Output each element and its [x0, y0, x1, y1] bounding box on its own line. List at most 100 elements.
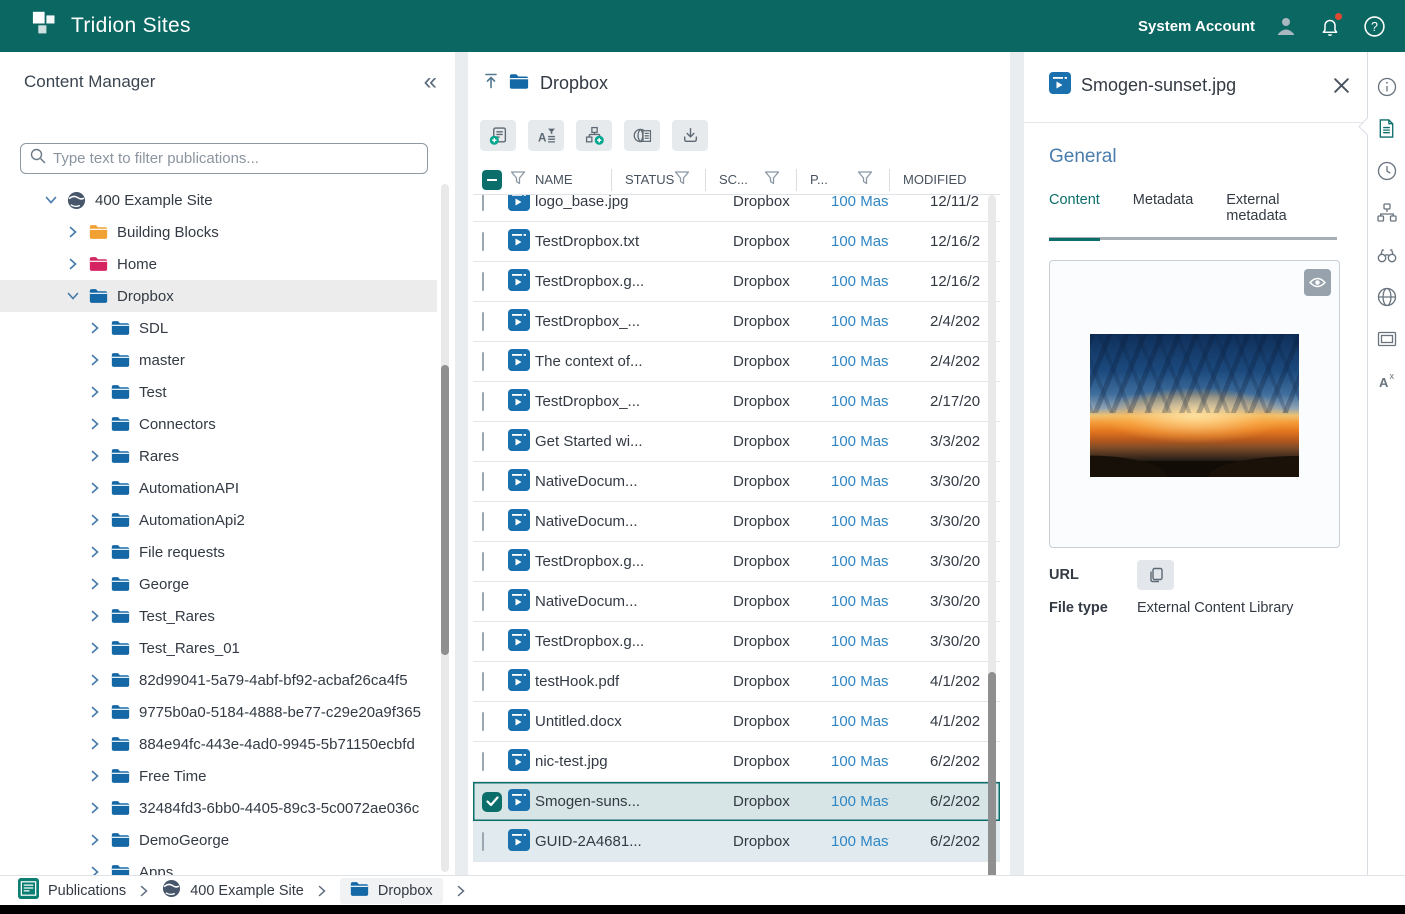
column-schema[interactable]: SC...	[705, 168, 796, 191]
table-row[interactable]: Smogen-suns... Dropbox 100 Master 6/2/20…	[473, 782, 1000, 822]
table-row[interactable]: TestDropbox.txt Dropbox 100 Master 12/16…	[473, 222, 1000, 262]
table-row[interactable]: The context of... Dropbox 100 Master 2/4…	[473, 342, 1000, 382]
chevron-icon[interactable]	[88, 578, 101, 591]
cell-publication-link[interactable]: 100 Master	[796, 793, 889, 810]
tree-item[interactable]: SDL	[0, 312, 437, 344]
chevron-icon[interactable]	[88, 482, 101, 495]
tree-item[interactable]: 884e94fc-443e-4ad0-9945-5b71150ecbfd	[0, 728, 437, 760]
chevron-icon[interactable]	[88, 546, 101, 559]
tree-scrollbar[interactable]	[441, 184, 449, 872]
column-modified[interactable]: MODIFIED	[889, 168, 1000, 191]
cell-publication-link[interactable]: 100 Master	[796, 233, 889, 250]
user-icon[interactable]	[1273, 13, 1299, 39]
table-row[interactable]: TestDropbox_... Dropbox 100 Master 2/4/2…	[473, 302, 1000, 342]
chevron-icon[interactable]	[44, 194, 57, 207]
chevron-icon[interactable]	[88, 802, 101, 815]
row-checkbox[interactable]	[482, 672, 484, 691]
chevron-icon[interactable]	[88, 642, 101, 655]
tab-metadata[interactable]: Metadata	[1133, 192, 1193, 237]
cell-publication-link[interactable]: 100 Master	[796, 633, 889, 650]
publication-filter-search[interactable]	[20, 143, 428, 174]
info-icon[interactable]	[1374, 74, 1399, 99]
table-row[interactable]: NativeDocum... Dropbox 100 Master 3/30/2…	[473, 462, 1000, 502]
chevron-icon[interactable]	[88, 354, 101, 367]
chevron-icon[interactable]	[88, 610, 101, 623]
table-row[interactable]: TestDropbox.g... Dropbox 100 Master 3/30…	[473, 622, 1000, 662]
chevron-icon[interactable]	[88, 322, 101, 335]
tree-item[interactable]: Connectors	[0, 408, 437, 440]
tree-item[interactable]: Test_Rares	[0, 600, 437, 632]
cell-publication-link[interactable]: 100 Master	[796, 593, 889, 610]
tree-item[interactable]: 9775b0a0-5184-4888-be77-c29e20a9f365	[0, 696, 437, 728]
table-row[interactable]: testHook.pdf Dropbox 100 Master 4/1/202	[473, 662, 1000, 702]
cell-publication-link[interactable]: 100 Master	[796, 753, 889, 770]
tree-item[interactable]: File requests	[0, 536, 437, 568]
chevron-icon[interactable]	[66, 258, 79, 271]
translation-icon[interactable]: A x	[1374, 368, 1399, 393]
column-name[interactable]: NAME	[535, 169, 611, 191]
tree-item[interactable]: Test	[0, 376, 437, 408]
tree-item[interactable]: 82d99041-5a79-4abf-bf92-acbaf26ca4f5	[0, 664, 437, 696]
copy-icon[interactable]	[1137, 560, 1174, 590]
name-filter-icon[interactable]	[510, 170, 526, 189]
eye-icon[interactable]	[1304, 269, 1331, 296]
chevron-icon[interactable]	[88, 770, 101, 783]
download-button[interactable]	[672, 120, 708, 151]
tab-external-metadata[interactable]: External metadata	[1226, 192, 1337, 237]
close-icon[interactable]	[1332, 76, 1351, 95]
cell-publication-link[interactable]: 100 Master	[796, 553, 889, 570]
row-checkbox[interactable]	[482, 712, 484, 731]
row-checkbox[interactable]	[482, 392, 484, 411]
history-icon[interactable]	[1374, 158, 1399, 183]
row-checkbox[interactable]	[482, 552, 484, 571]
cell-publication-link[interactable]: 100 Master	[796, 833, 889, 850]
breadcrumb-dropbox[interactable]: Dropbox	[339, 877, 443, 904]
window-icon[interactable]	[1374, 326, 1399, 351]
row-checkbox[interactable]	[482, 832, 484, 851]
schema-filter-icon[interactable]	[764, 170, 780, 189]
chevron-icon[interactable]	[66, 290, 79, 303]
table-row[interactable]: logo_base.jpg Dropbox 100 Master 12/11/2	[473, 195, 1000, 222]
chevron-icon[interactable]	[88, 834, 101, 847]
breadcrumb-site[interactable]: 400 Example Site	[162, 879, 304, 902]
row-checkbox[interactable]	[482, 632, 484, 651]
row-checkbox[interactable]	[482, 352, 484, 371]
tree-item[interactable]: 400 Example Site	[0, 184, 437, 216]
tree-item[interactable]: AutomationAPI	[0, 472, 437, 504]
search-input[interactable]	[53, 150, 418, 167]
cell-publication-link[interactable]: 100 Master	[796, 393, 889, 410]
tree-item[interactable]: Home	[0, 248, 437, 280]
chevron-icon[interactable]	[88, 674, 101, 687]
column-publication[interactable]: P...	[796, 168, 889, 191]
chevron-icon[interactable]	[88, 706, 101, 719]
tree-item[interactable]: Apps	[0, 856, 437, 875]
structure-icon[interactable]	[1374, 200, 1399, 225]
tree-item[interactable]: Dropbox	[0, 280, 437, 312]
chevron-icon[interactable]	[88, 866, 101, 875]
chevron-icon[interactable]	[88, 450, 101, 463]
chevron-icon[interactable]	[88, 418, 101, 431]
table-scrollbar[interactable]	[988, 195, 996, 900]
tree-item[interactable]: George	[0, 568, 437, 600]
row-checkbox[interactable]	[482, 791, 502, 812]
breadcrumb-publications[interactable]: Publications	[18, 878, 126, 903]
tree-item[interactable]: master	[0, 344, 437, 376]
table-row[interactable]: NativeDocum... Dropbox 100 Master 3/30/2…	[473, 582, 1000, 622]
table-row[interactable]: TestDropbox_... Dropbox 100 Master 2/17/…	[473, 382, 1000, 422]
table-row[interactable]: GUID-2A4681... Dropbox 100 Master 6/2/20…	[473, 822, 1000, 862]
cell-publication-link[interactable]: 100 Master	[796, 313, 889, 330]
tree-item[interactable]: AutomationApi2	[0, 504, 437, 536]
column-status[interactable]: STATUS	[611, 168, 705, 191]
table-row[interactable]: TestDropbox.g... Dropbox 100 Master 12/1…	[473, 262, 1000, 302]
row-checkbox[interactable]	[482, 232, 484, 251]
help-icon[interactable]: ?	[1361, 13, 1387, 39]
table-row[interactable]: Get Started wi... Dropbox 100 Master 3/3…	[473, 422, 1000, 462]
chevron-icon[interactable]	[88, 514, 101, 527]
browse-icon[interactable]	[1374, 242, 1399, 267]
cell-publication-link[interactable]: 100 Master	[796, 195, 889, 210]
table-row[interactable]: Untitled.docx Dropbox 100 Master 4/1/202	[473, 702, 1000, 742]
publish-view-button[interactable]	[624, 120, 660, 151]
chevron-icon[interactable]	[88, 386, 101, 399]
tree-item[interactable]: Rares	[0, 440, 437, 472]
collapse-panel-icon[interactable]: «	[424, 70, 437, 94]
